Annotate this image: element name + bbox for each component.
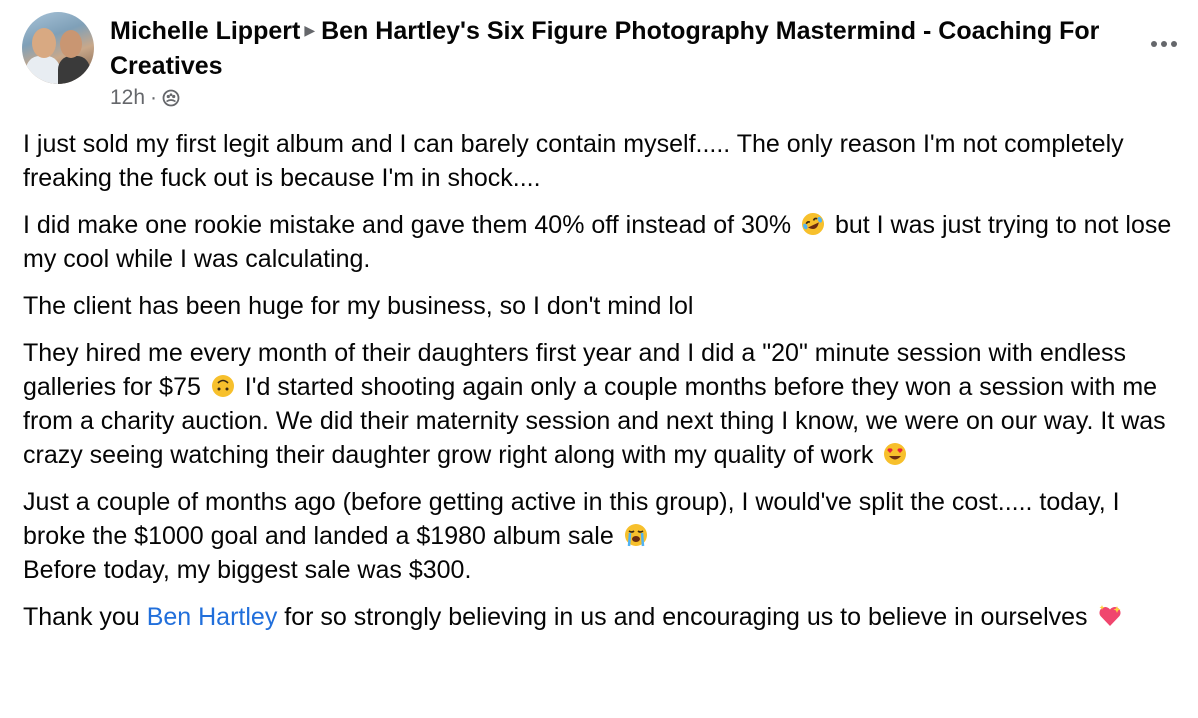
post-paragraph: Just a couple of months ago (before gett… [23,485,1188,587]
paragraph-text: for so strongly believing in us and enco… [284,603,1088,631]
paragraph-text: I just sold my first legit album and I c… [23,130,1124,192]
author-name[interactable]: Michelle Lippert [110,17,300,45]
group-audience-icon[interactable] [162,89,180,107]
post-paragraph: They hired me every month of their daugh… [23,336,1188,472]
rolling-on-floor-laughing-emoji [802,213,825,235]
loudly-crying-emoji [624,524,647,547]
paragraph-text: Just a couple of months ago (before gett… [23,488,1120,550]
sparkling-heart-emoji [1098,605,1121,626]
heart-eyes-emoji [884,443,907,465]
post-timestamp[interactable]: 12h [110,86,145,110]
mention-link[interactable]: Ben Hartley [147,603,278,631]
post-paragraph: I just sold my first legit album and I c… [23,127,1188,195]
post-paragraph: Thank you Ben Hartley for so strongly be… [23,600,1188,634]
post-paragraph: The client has been huge for my business… [23,289,1188,323]
post-header: Michelle Lippert ▶ Ben Hartley's Six Figur… [22,12,1182,112]
paragraph-text: The client has been huge for my business… [23,292,694,320]
meta-separator: · [150,86,158,109]
post-body: I just sold my first legit album and I c… [23,127,1188,647]
post-title: Michelle Lippert ▶ Ben Hartley's Six Figur… [110,14,1110,83]
more-options-button[interactable] [1146,32,1182,56]
upside-down-face-emoji [211,375,234,397]
post-paragraph: I did make one rookie mistake and gave t… [23,208,1188,276]
paragraph-text: Before today, my biggest sale was $300. [23,556,472,584]
paragraph-text: I did make one rookie mistake and gave t… [23,211,792,239]
more-options-icon [1151,41,1177,47]
caret-right-icon: ▶ [304,22,316,39]
author-avatar[interactable] [22,12,94,84]
post-meta: 12h · [110,86,180,110]
paragraph-text: Thank you [23,603,140,631]
